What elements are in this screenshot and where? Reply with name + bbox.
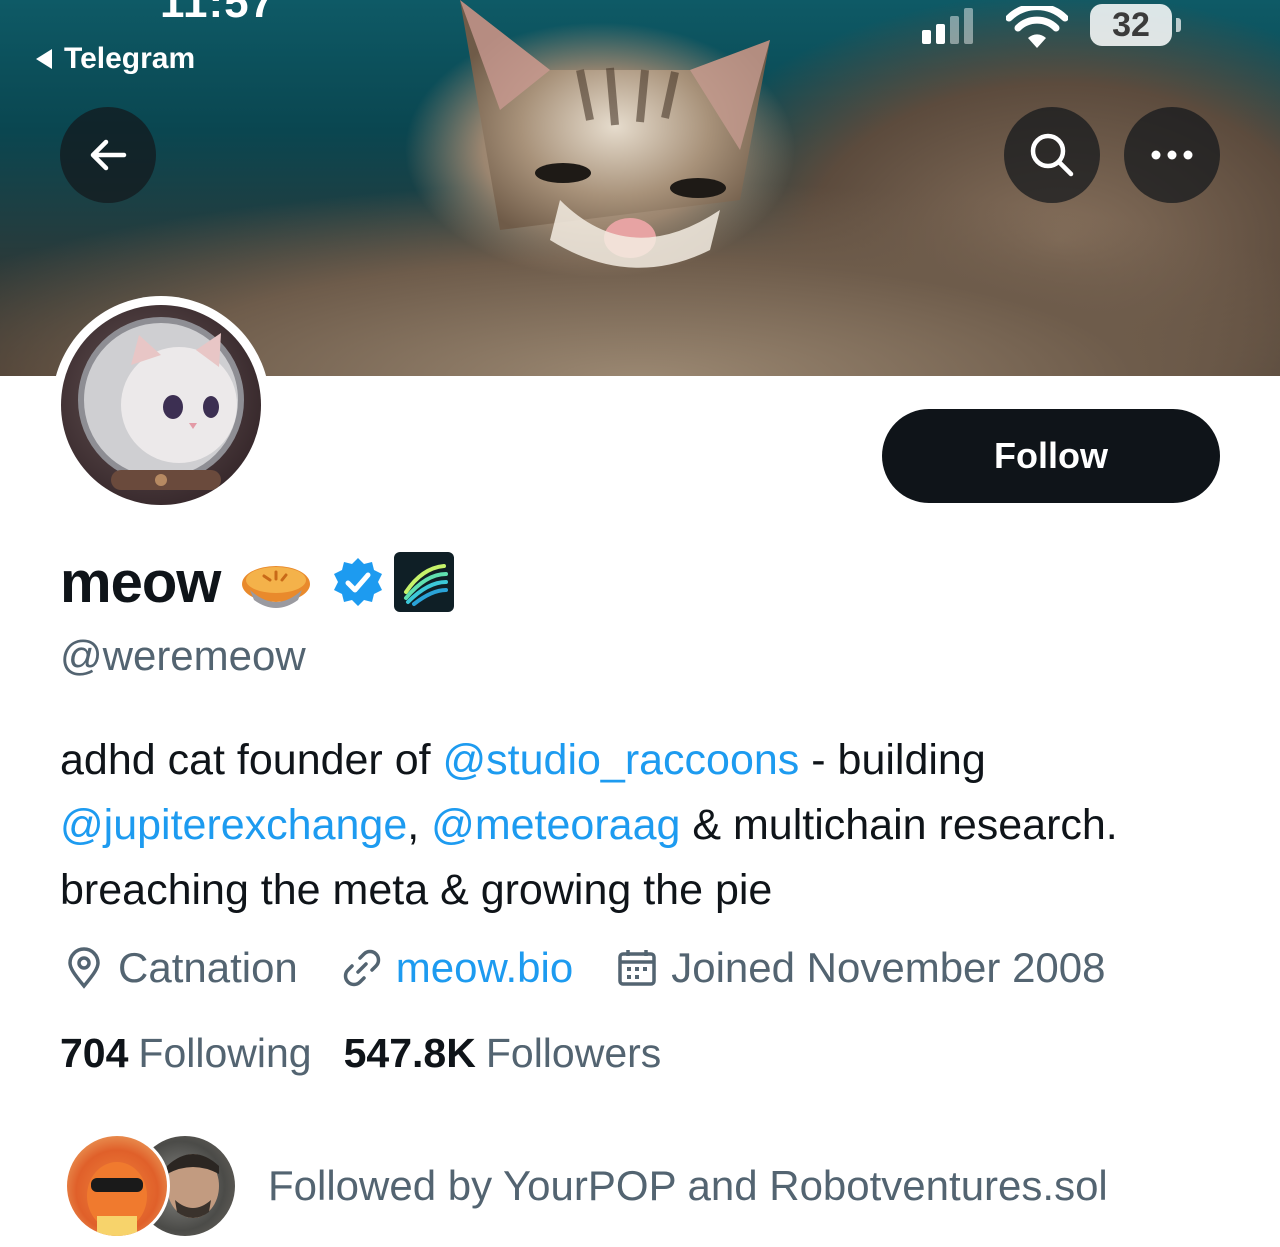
followed-by-row[interactable]: Followed by YourPOP and Robotventures.so…: [64, 1133, 1108, 1239]
profile-avatar[interactable]: [52, 296, 270, 514]
following-label: Following: [138, 1030, 312, 1076]
following-link[interactable]: 704 Following: [60, 1030, 312, 1077]
calendar-icon: [618, 950, 656, 986]
profile-meta: Catnation meow.bio Joined November 2008: [62, 940, 1148, 996]
battery-level: 32: [1112, 5, 1150, 44]
back-app-label: Telegram: [64, 42, 196, 75]
back-button[interactable]: [60, 107, 156, 203]
mention-link-meteoraag[interactable]: @meteoraag: [431, 801, 680, 849]
battery-icon: 32: [1090, 4, 1181, 46]
cellular-signal-icon: [922, 8, 973, 44]
charmander-avatar-icon: [87, 1162, 147, 1236]
mention-link-jupiterexchange[interactable]: @jupiterexchange: [60, 801, 407, 849]
jupiter-affiliate-badge-icon: [394, 552, 455, 612]
name-row: meow: [60, 542, 455, 622]
website-link[interactable]: meow.bio: [396, 944, 573, 992]
mention-link-studio-raccoons[interactable]: @studio_raccoons: [443, 736, 800, 784]
link-icon: [343, 949, 381, 987]
display-name: meow: [60, 549, 221, 615]
back-to-app-link[interactable]: Telegram: [36, 42, 195, 76]
profile-handle: @weremeow: [60, 632, 306, 679]
follower-avatar: [64, 1133, 170, 1239]
location-pin-icon: [68, 947, 100, 989]
bio-text: ,: [407, 801, 432, 849]
bio-text: adhd cat founder of: [60, 736, 443, 784]
profile-bio: adhd cat founder of @studio_raccoons - b…: [60, 728, 1220, 923]
followers-count: 547.8K: [343, 1030, 476, 1076]
more-options-button[interactable]: [1124, 107, 1220, 203]
follow-button[interactable]: Follow: [882, 409, 1220, 503]
arrow-left-icon: [90, 139, 127, 171]
followers-label: Followers: [485, 1030, 662, 1076]
status-time: 11:57: [160, 0, 276, 27]
avatar-image: [61, 305, 261, 505]
location-text: Catnation: [118, 944, 298, 991]
more-horizontal-icon: [1151, 150, 1193, 160]
followers-link[interactable]: 547.8K Followers: [344, 1030, 662, 1077]
search-icon: [1030, 133, 1074, 177]
pie-emoji-icon: [242, 566, 311, 608]
status-bar: 11:57 Telegram 32: [0, 0, 1280, 90]
bio-text: - building: [799, 736, 986, 784]
wifi-icon: [1006, 6, 1068, 48]
location-item: Catnation: [62, 944, 298, 992]
verified-badge-icon: [334, 558, 383, 606]
astronaut-cat-avatar-icon: [78, 317, 244, 490]
followed-by-text: Followed by YourPOP and Robotventures.so…: [268, 1162, 1108, 1209]
joined-text: Joined November 2008: [671, 944, 1106, 991]
search-button[interactable]: [1004, 107, 1100, 203]
back-triangle-icon: [36, 49, 52, 69]
joined-item: Joined November 2008: [615, 944, 1106, 992]
follow-counts: 704 Following 547.8K Followers: [60, 1030, 693, 1077]
website-item[interactable]: meow.bio: [340, 944, 573, 992]
following-count: 704: [60, 1030, 129, 1076]
